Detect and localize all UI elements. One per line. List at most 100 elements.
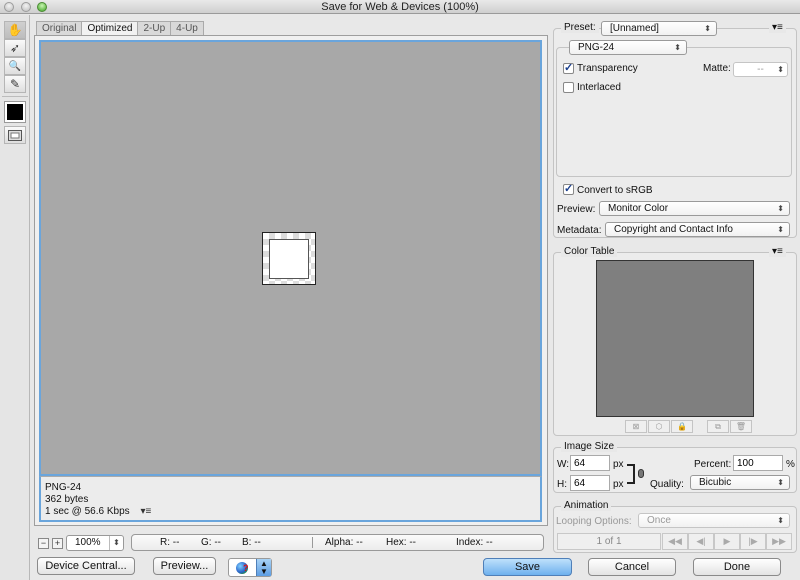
constrain-bracket [627,464,635,484]
matte-label: Matte: [703,63,731,74]
zoom-level-value: 100% [75,537,101,548]
matte-select[interactable]: -- ⬍ [733,62,788,77]
download-speed-menu-icon[interactable]: ▾≡ [140,506,151,517]
title-bar: Save for Web & Devices (100%) [0,0,800,14]
readout-b: B: -- [242,537,261,548]
convert-srgb-label: Convert to sRGB [577,185,653,196]
swatch-color [7,104,23,120]
convert-srgb-checkbox[interactable]: ✓ [563,184,574,195]
delete-color-icon[interactable]: 🗑 [730,420,752,433]
zoom-tool-icon[interactable]: 🔍 [4,57,26,75]
file-format-value: PNG-24 [578,42,615,53]
interlaced-checkbox[interactable] [563,82,574,93]
tab-optimized[interactable]: Optimized [81,21,139,35]
previous-frame-icon[interactable]: ◀| [688,533,714,550]
looping-options-value: Once [647,515,671,526]
frame-counter: 1 of 1 [557,533,661,550]
preset-select[interactable]: [Unnamed] ⬍ [601,21,717,36]
quality-label: Quality: [650,479,684,490]
percent-unit: % [786,459,795,470]
image-content [269,239,309,279]
file-format-select[interactable]: PNG-24 ⬍ [569,40,687,55]
height-unit: px [613,479,624,490]
metadata-value: Copyright and Contact Info [614,224,733,235]
toggle-slices-visibility-icon[interactable] [4,126,26,144]
readout-divider [312,537,313,548]
color-table-swatches[interactable] [596,260,754,417]
chevron-updown-icon: ⬍ [777,225,784,234]
window-title: Save for Web & Devices (100%) [321,1,479,13]
percent-input[interactable] [733,455,783,471]
image-size-title: Image Size [561,441,618,452]
done-button[interactable]: Done [693,558,781,576]
browser-select[interactable]: ? ▲ ▼ [228,558,272,577]
image-preview-thumbnail [262,232,316,285]
toolbox: ✋ ➶ 🔍 ✎ [0,15,30,580]
chevron-updown-icon: ⬍ [777,478,784,487]
transparency-checkbox[interactable]: ✓ [563,63,574,74]
map-transparency-icon[interactable]: ⊠ [625,420,647,433]
lock-color-icon[interactable]: 🔒 [671,420,693,433]
zoom-in-button[interactable]: + [52,538,63,549]
readout-index: Index: -- [456,537,493,548]
preview-color-select[interactable]: Monitor Color ⬍ [599,201,790,216]
readout-r: R: -- [160,537,180,548]
preview-label: Preview: [557,204,596,215]
browser-question-icon: ? [243,563,249,573]
info-format: PNG-24 [45,482,82,493]
chevron-updown-icon: ⬍ [777,65,784,74]
width-unit: px [613,459,624,470]
readout-alpha: Alpha: -- [325,537,363,548]
chevron-updown-icon: ⬍ [777,204,784,213]
chevron-updown-icon: ▲ ▼ [256,559,271,576]
settings-menu-icon[interactable]: ▾≡ [769,22,786,33]
first-frame-icon[interactable]: ◀◀ [662,533,688,550]
view-tabs: Original Optimized 2-Up 4-Up [36,21,204,35]
readout-hex: Hex: -- [386,537,416,548]
resample-quality-select[interactable]: Bicubic ⬍ [690,475,790,490]
tab-2-up[interactable]: 2-Up [137,21,172,35]
zoom-out-button[interactable]: − [38,538,49,549]
resample-quality-value: Bicubic [699,477,732,488]
metadata-label: Metadata: [557,225,602,236]
tab-original[interactable]: Original [36,21,83,35]
constrain-proportions-link-icon[interactable] [638,469,644,478]
looping-options-select[interactable]: Once ⬍ [638,513,790,528]
color-table-menu-icon[interactable]: ▾≡ [769,246,786,257]
optimization-info-panel: PNG-24 362 bytes 1 sec @ 56.6 Kbps ▾≡ [39,476,542,522]
hand-tool-icon[interactable]: ✋ [4,21,26,39]
preview-color-value: Monitor Color [608,203,669,214]
chevron-updown-icon: ⬍ [674,43,681,52]
new-color-icon[interactable]: ⧉ [707,420,729,433]
tab-4-up[interactable]: 4-Up [170,21,204,35]
color-table-title: Color Table [561,246,618,257]
slice-select-tool-icon[interactable]: ➶ [4,39,26,57]
device-central-button[interactable]: Device Central... [37,557,135,575]
save-button[interactable]: Save [483,558,572,576]
info-file-size: 362 bytes [45,494,89,505]
last-frame-icon[interactable]: ▶▶ [766,533,792,550]
chevron-updown-icon: ⬍ [777,516,784,525]
looping-options-label: Looping Options: [556,516,632,527]
matte-value: -- [757,64,764,75]
metadata-select[interactable]: Copyright and Contact Info ⬍ [605,222,790,237]
pixel-info-readout: R: -- G: -- B: -- Alpha: -- Hex: -- Inde… [131,534,544,551]
chevron-updown-icon: ⬍ [109,536,123,550]
chevron-updown-icon: ⬍ [704,24,711,33]
toolbox-divider [2,96,28,97]
height-input[interactable] [570,475,610,491]
eyedropper-color-swatch[interactable] [4,101,26,123]
play-icon[interactable]: ▶ [714,533,740,550]
animation-title: Animation [561,500,612,511]
width-input[interactable] [570,455,610,471]
preview-in-browser-button[interactable]: Preview... [153,557,216,575]
percent-label: Percent: [694,459,732,470]
next-frame-icon[interactable]: |▶ [740,533,766,550]
width-label: W: [557,459,570,470]
eyedropper-tool-icon[interactable]: ✎ [4,75,26,93]
web-shift-icon[interactable]: ⬡ [648,420,670,433]
cancel-button[interactable]: Cancel [588,558,676,576]
preset-label: Preset: [561,22,599,33]
zoom-level-select[interactable]: 100% ⬍ [66,535,124,551]
readout-g: G: -- [201,537,221,548]
